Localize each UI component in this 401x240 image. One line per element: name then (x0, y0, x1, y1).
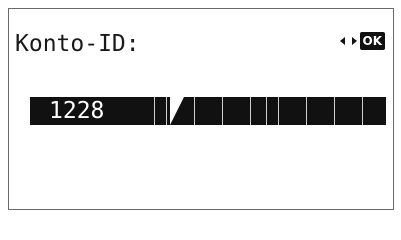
cell-divider (266, 97, 267, 125)
cell-divider (154, 97, 155, 125)
account-id-value: 1228 (49, 98, 105, 124)
ok-button[interactable]: OK (359, 32, 385, 50)
cell-divider (334, 97, 335, 125)
screen-title: Konto-ID: (15, 31, 140, 57)
cell-divider (222, 97, 223, 125)
cell-divider (278, 97, 279, 125)
account-id-input[interactable]: 1228 (30, 97, 386, 125)
nav-indicators: OK (339, 31, 385, 51)
text-cursor-icon (170, 97, 184, 125)
cell-divider (250, 97, 251, 125)
cell-divider (166, 97, 167, 125)
cell-divider (194, 97, 195, 125)
cell-divider (362, 97, 363, 125)
cell-divider (306, 97, 307, 125)
arrow-left-icon[interactable] (339, 37, 345, 45)
lcd-screen: Konto-ID: OK 1228 (8, 8, 394, 210)
arrow-right-icon[interactable] (351, 37, 357, 45)
